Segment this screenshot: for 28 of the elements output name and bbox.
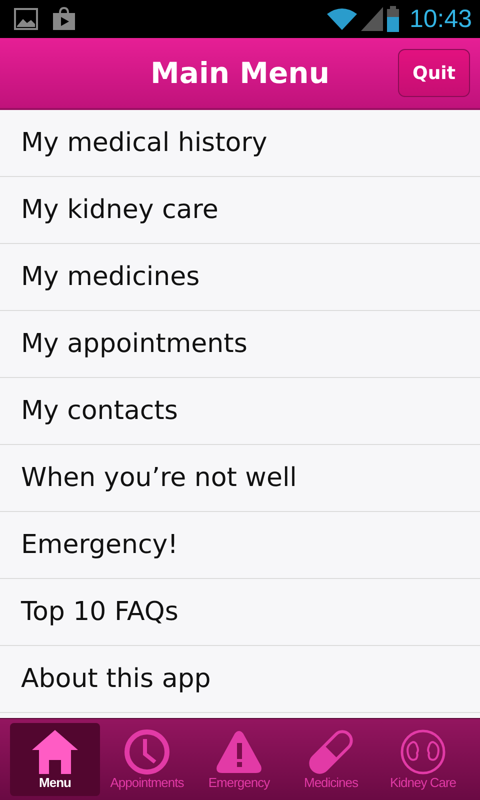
menu-item[interactable]: My contacts — [0, 378, 480, 445]
image-icon — [14, 8, 38, 30]
tab-label: Emergency — [208, 775, 270, 790]
warning-icon — [216, 730, 262, 774]
quit-button[interactable]: Quit — [398, 49, 470, 97]
menu-item[interactable]: My medical history — [0, 110, 480, 177]
screen-title: Main Menu — [150, 56, 330, 90]
menu-item[interactable]: When you’re not well — [0, 445, 480, 512]
tab-label: Menu — [39, 775, 71, 790]
wifi-icon — [327, 7, 358, 31]
shopping-bag-icon — [52, 7, 76, 31]
menu-item[interactable]: My kidney care — [0, 177, 480, 244]
kidney-icon — [400, 729, 446, 775]
tab[interactable]: Menu — [10, 723, 100, 796]
pill-icon — [308, 729, 354, 775]
tab-label: Medicines — [304, 775, 358, 790]
clock-time: 10:43 — [409, 4, 472, 34]
signal-icon — [361, 7, 384, 31]
house-icon — [32, 730, 78, 774]
menu-item[interactable]: About this app — [0, 646, 480, 713]
menu-item[interactable]: My medicines — [0, 244, 480, 311]
menu-item[interactable]: Emergency! — [0, 512, 480, 579]
menu-item[interactable]: My appointments — [0, 311, 480, 378]
menu-item[interactable]: Top 10 FAQs — [0, 579, 480, 646]
tab-label: Appointments — [110, 775, 184, 790]
battery-icon — [387, 6, 400, 32]
clock-icon — [124, 729, 170, 775]
tab-label: Kidney Care — [390, 775, 456, 790]
